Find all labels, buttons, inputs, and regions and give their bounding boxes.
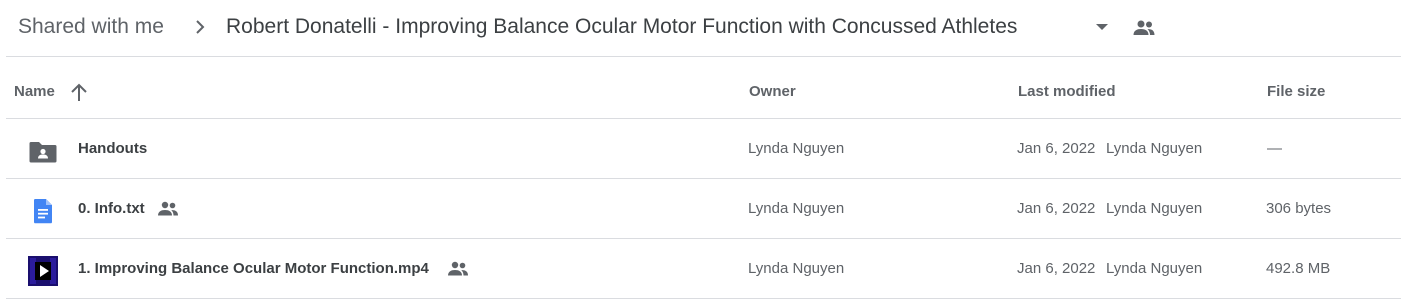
column-header-owner[interactable]: Owner: [749, 82, 796, 102]
owner-name: Lynda Nguyen: [748, 140, 845, 157]
file-size: 306 bytes: [1266, 200, 1332, 217]
breadcrumb-root-shared-with-me[interactable]: Shared with me: [18, 14, 164, 40]
table-row[interactable]: 1. Improving Balance Ocular Motor Functi…: [0, 239, 1401, 299]
file-name[interactable]: 1. Improving Balance Ocular Motor Functi…: [78, 258, 429, 280]
column-header-name[interactable]: Name: [14, 82, 55, 102]
column-header-file-size[interactable]: File size: [1267, 82, 1325, 102]
file-name[interactable]: 0. Info.txt: [78, 198, 145, 220]
table-row[interactable]: 0. Info.txt Lynda Nguyen Jan 6, 2022 Lyn…: [0, 179, 1401, 239]
document-icon: [34, 199, 52, 224]
table-row[interactable]: Handouts Lynda Nguyen Jan 6, 2022 Lynda …: [0, 119, 1401, 179]
arrow-upward-icon[interactable]: [68, 82, 90, 104]
breadcrumb-current-folder[interactable]: Robert Donatelli - Improving Balance Ocu…: [226, 14, 1017, 40]
modified-by: Lynda Nguyen: [1106, 260, 1203, 277]
column-header-last-modified[interactable]: Last modified: [1018, 82, 1116, 102]
modified-by: Lynda Nguyen: [1106, 140, 1203, 157]
video-thumbnail-icon: [28, 256, 58, 286]
divider: [6, 298, 1401, 299]
modified-date: Jan 6, 2022: [1017, 140, 1096, 157]
people-icon: [448, 261, 468, 276]
modified-by: Lynda Nguyen: [1106, 200, 1203, 217]
owner-name: Lynda Nguyen: [748, 200, 845, 217]
table-header: Name Owner Last modified File size: [0, 58, 1401, 118]
file-size: —: [1267, 140, 1282, 157]
shared-folder-icon: [29, 142, 57, 163]
modified-date: Jan 6, 2022: [1017, 200, 1096, 217]
file-name[interactable]: Handouts: [78, 138, 147, 160]
breadcrumb: Shared with me Robert Donatelli - Improv…: [0, 0, 1401, 56]
modified-date: Jan 6, 2022: [1017, 260, 1096, 277]
people-icon: [158, 201, 178, 216]
owner-name: Lynda Nguyen: [748, 260, 845, 277]
divider: [6, 56, 1401, 57]
arrow-drop-down-icon[interactable]: [1092, 18, 1112, 36]
chevron-right-icon: [196, 20, 205, 34]
people-icon[interactable]: [1132, 18, 1156, 38]
file-size: 492.8 MB: [1266, 260, 1331, 277]
